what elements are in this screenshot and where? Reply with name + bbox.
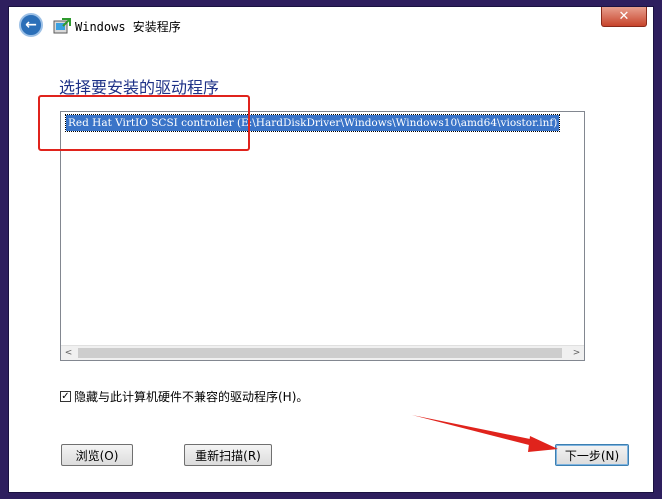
setup-app-icon	[53, 18, 71, 34]
rescan-button[interactable]: 重新扫描(R)	[184, 444, 272, 466]
setup-window: ← Windows 安装程序 ✕ 选择要安装的驱动程序 Red Hat Virt…	[8, 6, 654, 493]
scroll-left-icon[interactable]: <	[61, 346, 76, 360]
driver-list-item[interactable]: Red Hat VirtIO SCSI controller (E:\HardD…	[64, 114, 561, 132]
browse-button[interactable]: 浏览(O)	[61, 444, 133, 466]
title-bar: ← Windows 安装程序 ✕	[9, 7, 653, 47]
hide-incompatible-label: 隐藏与此计算机硬件不兼容的驱动程序(H)。	[74, 390, 309, 404]
next-button[interactable]: 下一步(N)	[555, 444, 629, 466]
back-button[interactable]: ←	[19, 13, 43, 37]
driver-list[interactable]: Red Hat VirtIO SCSI controller (E:\HardD…	[60, 111, 585, 361]
checkmark-icon: ✓	[61, 390, 70, 402]
hide-incompatible-option[interactable]: ✓ 隐藏与此计算机硬件不兼容的驱动程序(H)。	[60, 388, 308, 405]
page-heading: 选择要安装的驱动程序	[59, 78, 220, 97]
close-button[interactable]: ✕	[601, 7, 647, 27]
window-title: Windows 安装程序	[75, 20, 181, 34]
scrollbar-thumb[interactable]	[78, 348, 562, 358]
hide-incompatible-checkbox[interactable]: ✓	[60, 391, 71, 402]
scroll-right-icon[interactable]: >	[569, 346, 584, 360]
close-icon: ✕	[618, 9, 630, 24]
back-arrow-icon: ←	[25, 17, 37, 33]
horizontal-scrollbar[interactable]: < >	[61, 345, 584, 360]
